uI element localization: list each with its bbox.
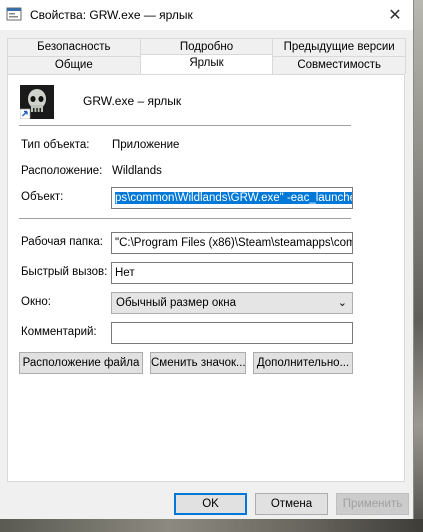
cancel-button[interactable]: Отмена <box>255 493 328 515</box>
startin-value: "C:\Program Files (x86)\Steam\steamapps\… <box>115 237 353 249</box>
tab-previous-versions[interactable]: Предыдущие версии <box>273 38 407 56</box>
game-skull-icon <box>20 85 54 119</box>
open-file-location-button[interactable]: Расположение файла <box>19 352 143 374</box>
comment-field[interactable] <box>111 322 353 344</box>
tabs-row-bottom: Общие Ярлык Совместимость <box>7 54 407 74</box>
desktop-background-right <box>413 0 423 532</box>
run-value: Обычный размер окна <box>116 297 237 309</box>
separator-middle <box>19 218 351 219</box>
properties-dialog: Свойства: GRW.exe — ярлык ✕ Безопасность… <box>0 0 414 519</box>
type-label: Тип объекта: <box>21 139 90 151</box>
apply-button[interactable]: Применить <box>336 493 409 515</box>
window-title: Свойства: GRW.exe — ярлык <box>30 8 193 22</box>
advanced-button[interactable]: Дополнительно... <box>253 352 353 374</box>
separator-top <box>19 125 351 126</box>
shortcut-tab-panel: GRW.exe – ярлык Тип объекта: Приложение … <box>7 74 405 482</box>
run-label: Окно: <box>21 296 51 308</box>
startin-field[interactable]: "C:\Program Files (x86)\Steam\steamapps\… <box>111 232 353 254</box>
close-icon: ✕ <box>388 7 402 24</box>
chevron-down-icon: ⌄ <box>337 297 347 309</box>
properties-icon <box>6 7 22 21</box>
location-value: Wildlands <box>112 165 162 177</box>
target-field[interactable]: ps\common\Wildlands\GRW.exe" -eac_launch… <box>111 187 353 209</box>
type-value: Приложение <box>112 139 180 151</box>
comment-label: Комментарий: <box>21 326 97 338</box>
location-label: Расположение: <box>21 165 103 177</box>
tab-general[interactable]: Общие <box>7 56 141 74</box>
tab-compatibility[interactable]: Совместимость <box>273 56 407 74</box>
startin-label: Рабочая папка: <box>21 236 103 248</box>
change-icon-button[interactable]: Сменить значок... <box>150 352 246 374</box>
shortcut-name: GRW.exe – ярлык <box>83 94 182 108</box>
tab-security[interactable]: Безопасность <box>7 38 141 56</box>
target-value: ps\common\Wildlands\GRW.exe" -eac_launch… <box>115 192 352 204</box>
run-select[interactable]: Обычный размер окна ⌄ <box>111 292 353 314</box>
ok-button[interactable]: OK <box>174 493 247 515</box>
hotkey-label: Быстрый вызов: <box>21 266 108 278</box>
title-bar: Свойства: GRW.exe — ярлык ✕ <box>0 0 413 30</box>
tab-shortcut[interactable]: Ярлык <box>140 54 274 74</box>
target-label: Объект: <box>21 191 64 203</box>
hotkey-value: Нет <box>115 267 135 279</box>
desktop-background-bottom <box>0 519 423 532</box>
close-button[interactable]: ✕ <box>377 0 413 30</box>
hotkey-field[interactable]: Нет <box>111 262 353 284</box>
